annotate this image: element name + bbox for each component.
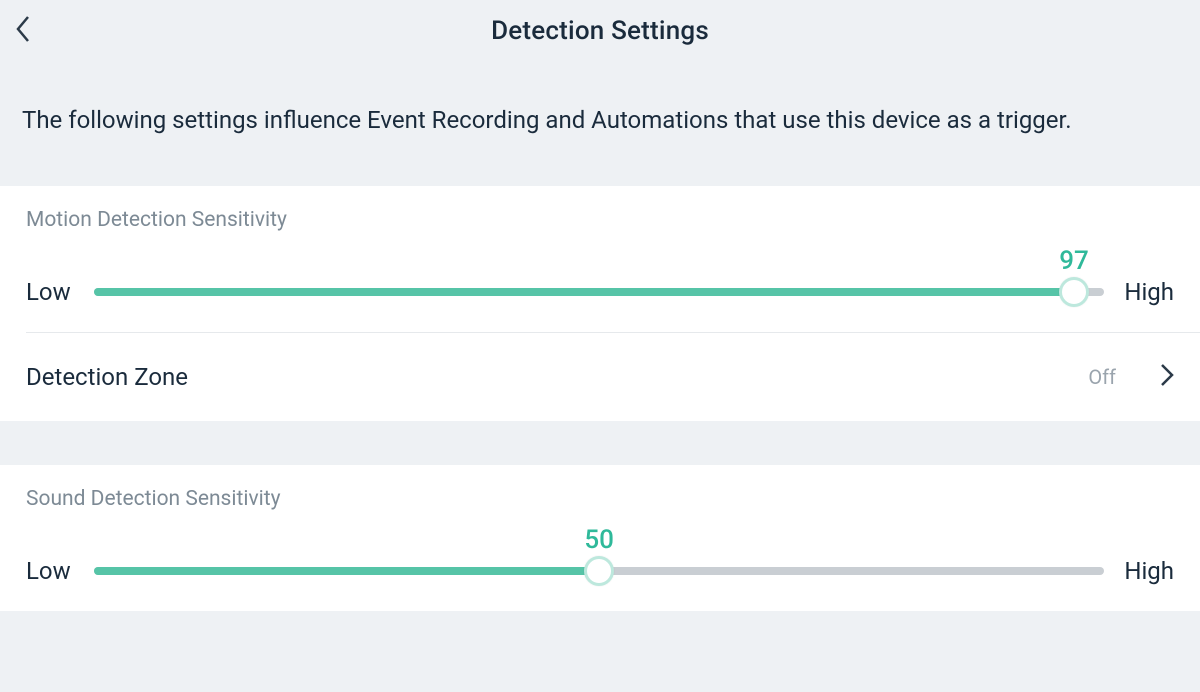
sound-low-label: Low — [26, 557, 74, 585]
sound-high-label: High — [1124, 557, 1174, 585]
motion-high-label: High — [1124, 278, 1174, 306]
motion-slider[interactable]: 97 — [94, 262, 1104, 306]
detection-zone-row[interactable]: Detection Zone Off — [0, 333, 1200, 421]
header: Detection Settings — [0, 0, 1200, 62]
slider-thumb[interactable] — [1059, 277, 1089, 307]
page-description: The following settings influence Event R… — [0, 62, 1200, 186]
motion-slider-row: Low 97 High — [0, 236, 1200, 332]
sound-section-label: Sound Detection Sensitivity — [0, 465, 1200, 515]
section-gap — [0, 421, 1200, 465]
bottom-pad — [0, 611, 1200, 692]
sound-section: Sound Detection Sensitivity Low 50 High — [0, 465, 1200, 611]
detection-zone-label: Detection Zone — [26, 363, 1088, 391]
slider-fill — [94, 288, 1074, 296]
motion-low-label: Low — [26, 278, 74, 306]
sound-slider-value: 50 — [584, 525, 614, 555]
back-button[interactable] — [14, 0, 54, 62]
sound-slider-row: Low 50 High — [0, 515, 1200, 611]
chevron-right-icon — [1160, 363, 1174, 391]
motion-section-label: Motion Detection Sensitivity — [0, 186, 1200, 236]
detection-zone-value: Off — [1088, 365, 1116, 389]
chevron-left-icon — [14, 14, 32, 48]
motion-slider-value: 97 — [1059, 246, 1089, 276]
motion-section: Motion Detection Sensitivity Low 97 High… — [0, 186, 1200, 421]
sound-slider[interactable]: 50 — [94, 541, 1104, 585]
slider-thumb[interactable] — [584, 556, 614, 586]
slider-fill — [94, 567, 599, 575]
page-title: Detection Settings — [491, 16, 709, 46]
